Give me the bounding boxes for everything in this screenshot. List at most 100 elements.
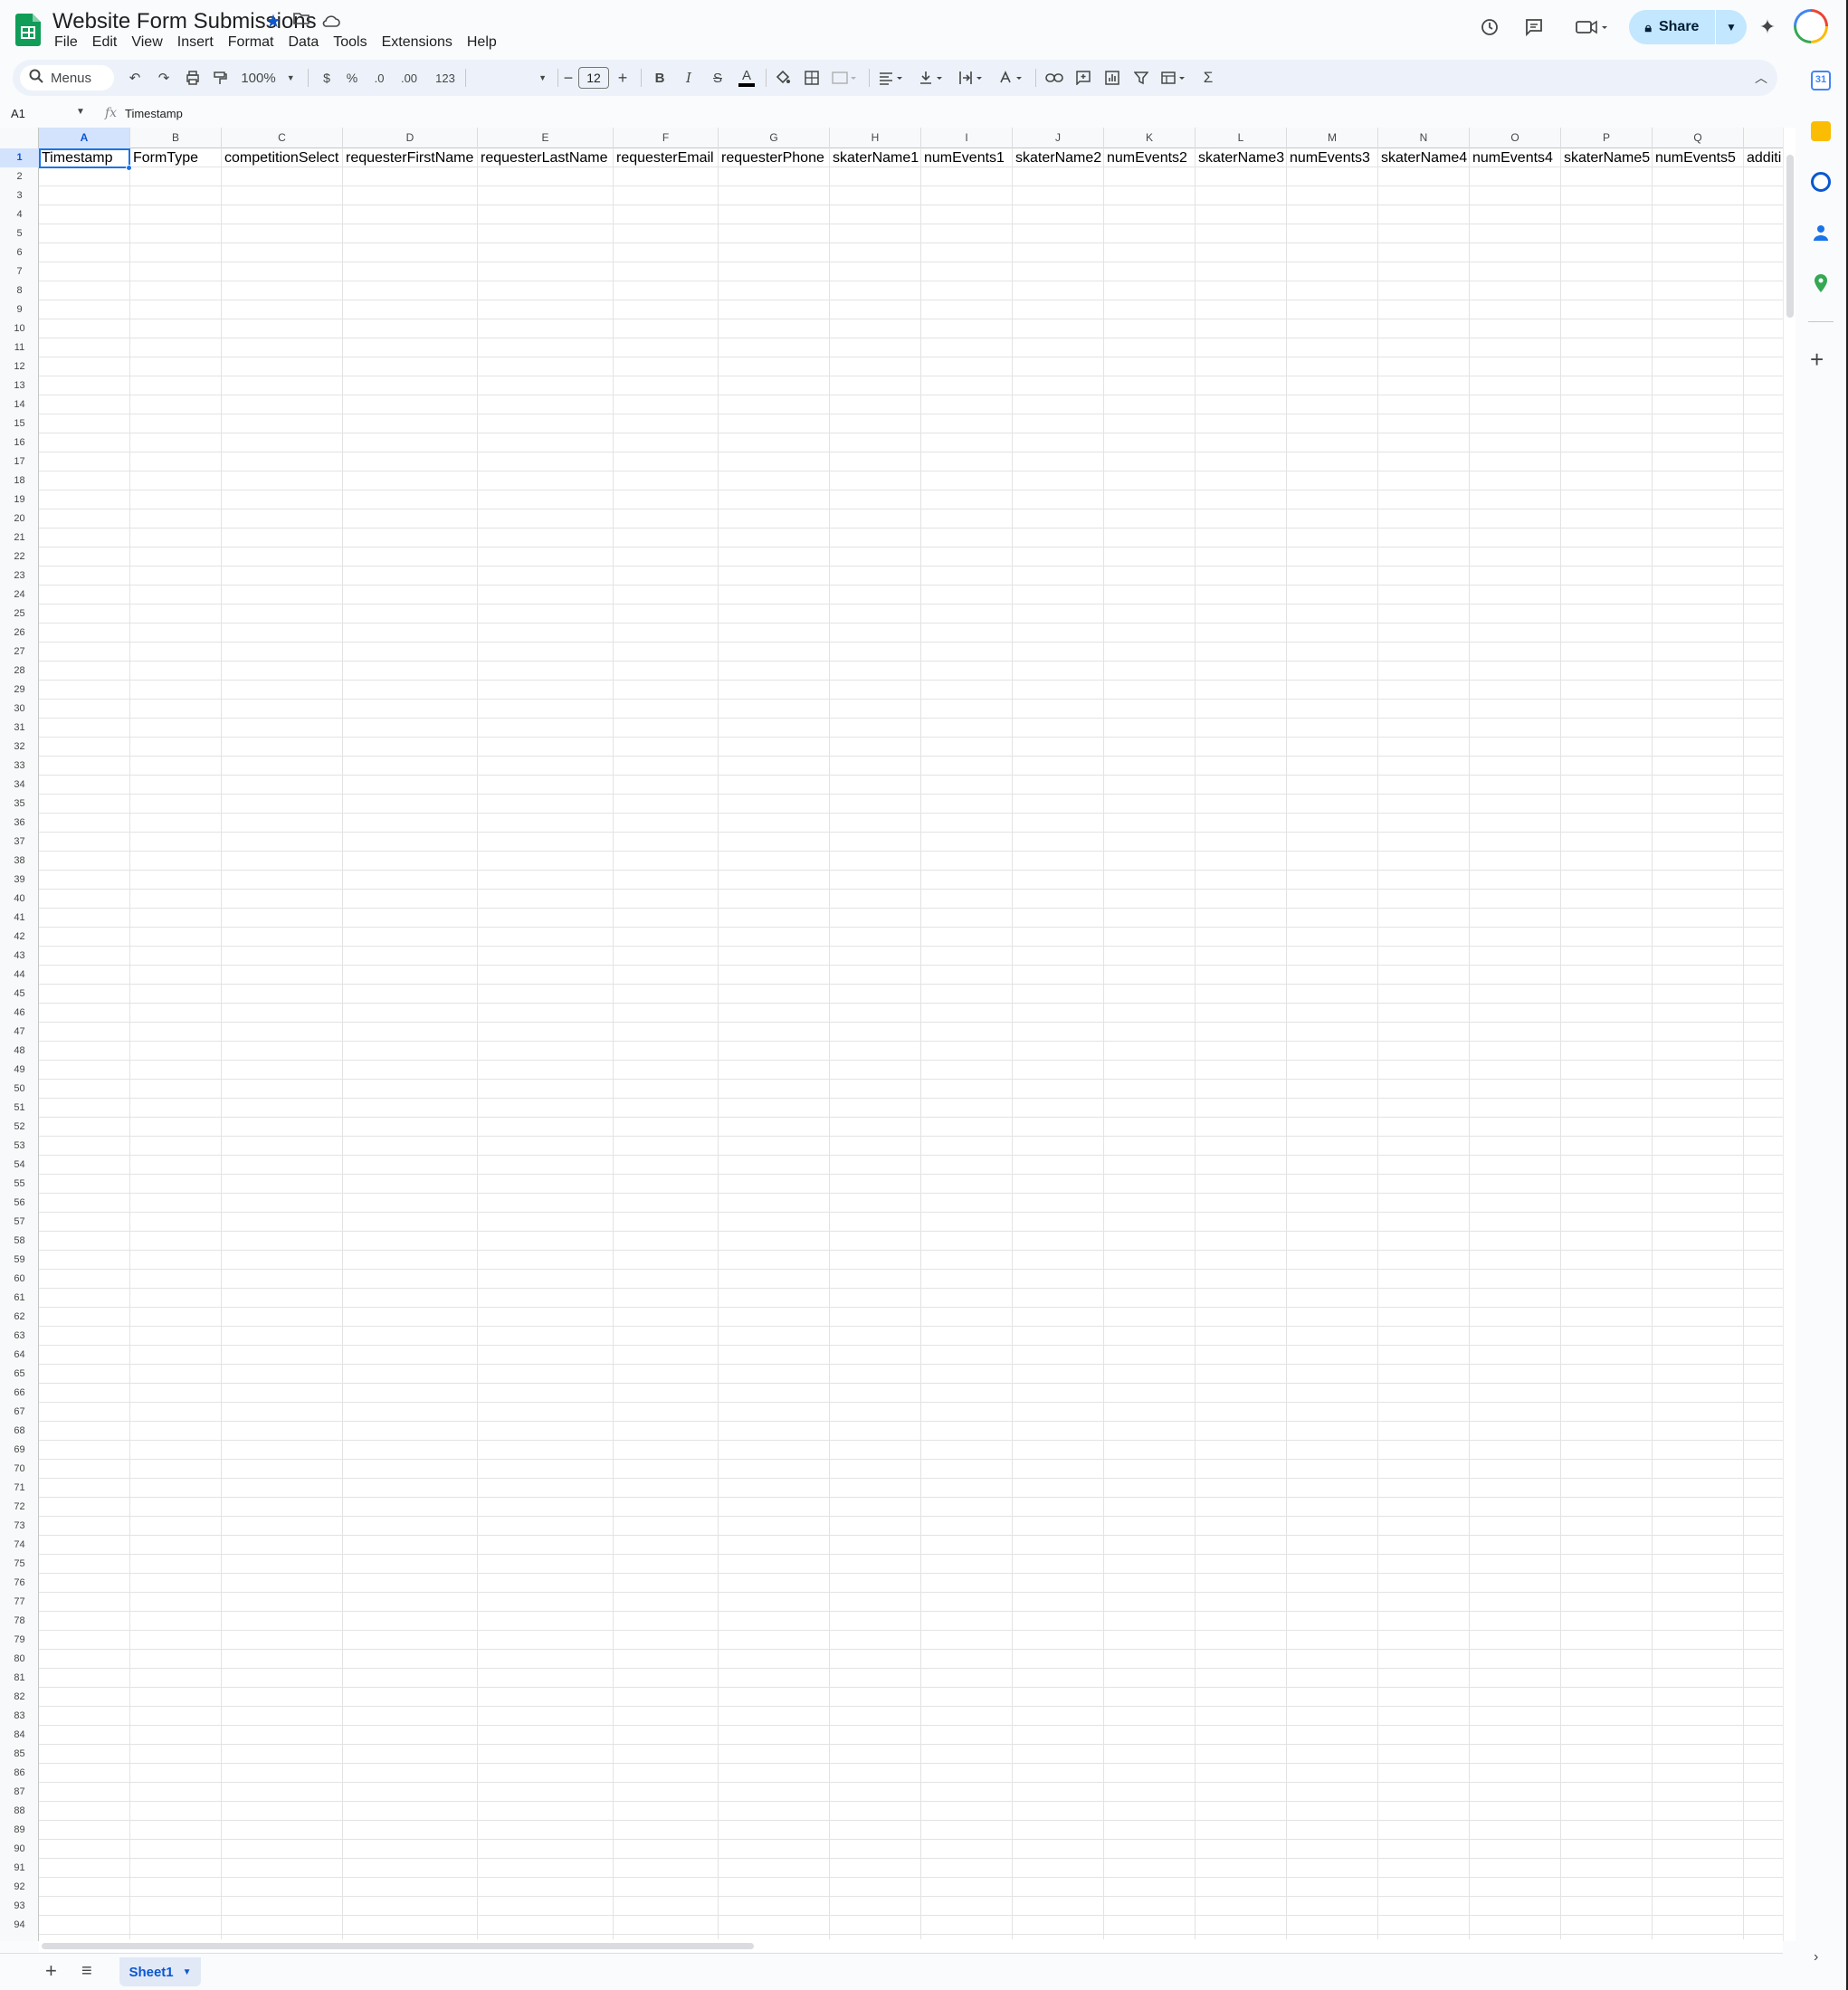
row-header[interactable]: 89 xyxy=(0,1821,39,1840)
row-header[interactable]: 1 xyxy=(0,148,39,167)
header-cell[interactable]: additi xyxy=(1744,148,1783,167)
row-header[interactable]: 76 xyxy=(0,1574,39,1593)
row-header[interactable]: 41 xyxy=(0,909,39,928)
row-header[interactable]: 27 xyxy=(0,643,39,662)
row-header[interactable]: 57 xyxy=(0,1213,39,1232)
filter-views-icon[interactable] xyxy=(1157,60,1193,96)
header-cell[interactable]: requesterPhone xyxy=(719,148,830,167)
font-size-input[interactable]: 12 xyxy=(578,67,609,89)
header-cell[interactable]: requesterEmail xyxy=(614,148,719,167)
row-header[interactable]: 33 xyxy=(0,757,39,776)
merge-cells-icon[interactable] xyxy=(827,60,863,96)
text-wrapping-icon[interactable] xyxy=(954,60,990,96)
undo-icon[interactable]: ↶ xyxy=(121,60,148,96)
row-header[interactable]: 20 xyxy=(0,509,39,528)
header-cell[interactable]: numEvents5 xyxy=(1653,148,1744,167)
vertical-scroll-thumb[interactable] xyxy=(1786,155,1794,318)
row-header[interactable]: 10 xyxy=(0,319,39,338)
share-button[interactable]: 🔒︎ Share xyxy=(1629,10,1716,44)
row-header[interactable]: 78 xyxy=(0,1612,39,1631)
bold-icon[interactable]: B xyxy=(646,60,673,96)
row-header[interactable]: 59 xyxy=(0,1251,39,1270)
row-header[interactable]: 94 xyxy=(0,1916,39,1935)
row-header[interactable]: 18 xyxy=(0,471,39,490)
column-header[interactable]: O xyxy=(1470,128,1561,148)
row-header[interactable]: 75 xyxy=(0,1555,39,1574)
row-header[interactable]: 6 xyxy=(0,243,39,262)
column-header[interactable]: G xyxy=(719,128,830,148)
vertical-align-icon[interactable] xyxy=(914,60,950,96)
row-header[interactable]: 29 xyxy=(0,681,39,700)
row-header[interactable]: 21 xyxy=(0,528,39,547)
row-header[interactable]: 51 xyxy=(0,1099,39,1118)
row-header[interactable]: 17 xyxy=(0,452,39,471)
row-header[interactable]: 71 xyxy=(0,1479,39,1498)
version-history-icon[interactable] xyxy=(1473,11,1506,43)
decrease-decimal-button[interactable]: .0 xyxy=(366,60,393,96)
share-options-caret-icon[interactable]: ▼ xyxy=(1716,21,1747,33)
row-header[interactable]: 60 xyxy=(0,1270,39,1289)
decrease-font-size-icon[interactable]: − xyxy=(559,60,577,96)
row-header[interactable]: 2 xyxy=(0,167,39,186)
row-header[interactable]: 25 xyxy=(0,605,39,624)
header-cell[interactable]: skaterName1 xyxy=(830,148,921,167)
sheet-tab[interactable]: Sheet1 ▼ xyxy=(119,1957,201,1986)
row-header[interactable]: 67 xyxy=(0,1403,39,1422)
column-header[interactable]: M xyxy=(1287,128,1378,148)
row-header[interactable]: 82 xyxy=(0,1688,39,1707)
row-header[interactable]: 11 xyxy=(0,338,39,357)
currency-format-button[interactable]: $ xyxy=(315,60,338,96)
column-header[interactable]: I xyxy=(921,128,1013,148)
row-header[interactable]: 13 xyxy=(0,376,39,395)
row-header[interactable]: 93 xyxy=(0,1897,39,1916)
header-cell[interactable]: skaterName2 xyxy=(1013,148,1104,167)
menu-tools[interactable]: Tools xyxy=(326,33,374,52)
row-header[interactable]: 74 xyxy=(0,1536,39,1555)
row-header[interactable]: 77 xyxy=(0,1593,39,1612)
show-side-panel-chevron-icon[interactable]: › xyxy=(1814,1949,1818,1966)
gemini-sparkle-icon[interactable]: ✦ xyxy=(1751,11,1784,43)
menu-edit[interactable]: Edit xyxy=(85,33,125,52)
cell-area[interactable]: Timestamp FormType competitionSelect reques… xyxy=(39,148,1783,1940)
row-header[interactable]: 36 xyxy=(0,814,39,833)
percent-format-button[interactable]: % xyxy=(340,60,364,96)
name-box-caret-icon[interactable]: ▼ xyxy=(76,107,85,117)
header-cell[interactable]: FormType xyxy=(130,148,222,167)
header-cell[interactable]: numEvents4 xyxy=(1470,148,1561,167)
column-header[interactable]: H xyxy=(830,128,921,148)
row-header[interactable]: 43 xyxy=(0,947,39,966)
row-header[interactable]: 16 xyxy=(0,433,39,452)
column-header[interactable]: L xyxy=(1195,128,1287,148)
row-header[interactable]: 81 xyxy=(0,1669,39,1688)
redo-icon[interactable]: ↷ xyxy=(150,60,177,96)
row-header[interactable]: 56 xyxy=(0,1194,39,1213)
header-cell[interactable]: skaterName5 xyxy=(1561,148,1653,167)
row-header[interactable]: 39 xyxy=(0,871,39,890)
column-header[interactable]: F xyxy=(614,128,719,148)
maps-icon[interactable] xyxy=(1811,273,1831,293)
row-header[interactable]: 31 xyxy=(0,719,39,738)
row-header[interactable]: 61 xyxy=(0,1289,39,1308)
italic-icon[interactable]: I xyxy=(675,60,702,96)
row-header[interactable]: 8 xyxy=(0,281,39,300)
row-header[interactable]: 45 xyxy=(0,985,39,1004)
star-icon[interactable]: ★ xyxy=(262,11,284,33)
add-sheet-plus-icon[interactable]: + xyxy=(45,1961,57,1981)
collapse-toolbar-chevron-up-icon[interactable]: ︿ xyxy=(1750,60,1772,96)
borders-icon[interactable] xyxy=(798,60,825,96)
row-header[interactable]: 55 xyxy=(0,1175,39,1194)
row-header[interactable]: 38 xyxy=(0,852,39,871)
row-header[interactable]: 84 xyxy=(0,1726,39,1745)
print-icon[interactable] xyxy=(179,60,206,96)
cloud-status-icon[interactable] xyxy=(320,11,342,33)
number-format-button[interactable]: 123 xyxy=(429,60,462,96)
move-folder-icon[interactable] xyxy=(291,11,312,33)
row-header[interactable]: 28 xyxy=(0,662,39,681)
row-header[interactable]: 69 xyxy=(0,1441,39,1460)
row-header[interactable]: 47 xyxy=(0,1023,39,1042)
insert-link-icon[interactable] xyxy=(1041,60,1068,96)
header-cell[interactable]: competitionSelect xyxy=(222,148,343,167)
header-cell[interactable]: requesterFirstName xyxy=(343,148,478,167)
column-header[interactable]: A xyxy=(39,128,130,148)
row-header[interactable]: 19 xyxy=(0,490,39,509)
